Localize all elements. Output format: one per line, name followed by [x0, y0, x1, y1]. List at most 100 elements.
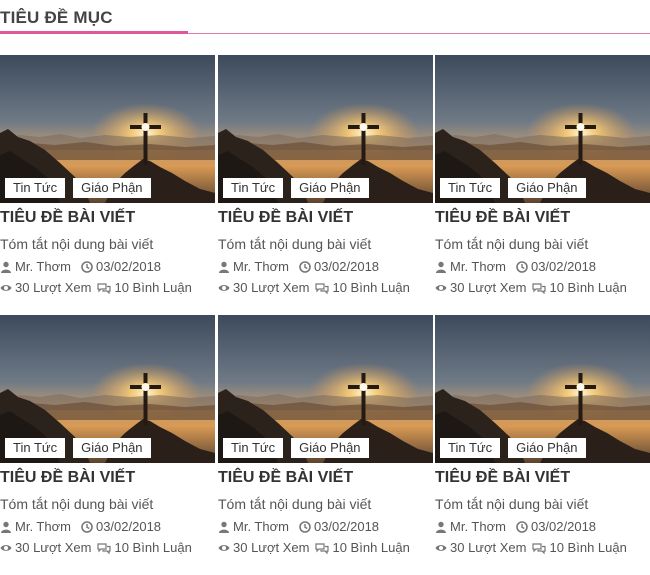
tag-giao-phan[interactable]: Giáo Phận — [73, 438, 151, 458]
post-author: Mr. Thơm — [233, 519, 289, 534]
post-comments[interactable]: 10 Bình Luận — [549, 280, 626, 295]
post-summary: Tóm tắt nội dung bài viết — [435, 236, 589, 252]
post-thumbnail[interactable]: Tin Tức Giáo Phận — [218, 55, 433, 203]
tag-tin-tuc[interactable]: Tin Tức — [440, 178, 501, 198]
comment-icon — [97, 282, 112, 294]
post-summary: Tóm tắt nội dung bài viết — [0, 496, 154, 512]
eye-icon — [435, 544, 447, 551]
post-author: Mr. Thơm — [15, 259, 71, 274]
tag-list: Tin Tức Giáo Phận — [440, 438, 586, 458]
post-meta-stats: 30 Lượt Xem 10 Bình Luận — [218, 540, 410, 555]
post-views: 30 Lượt Xem — [233, 280, 310, 295]
post-views: 30 Lượt Xem — [450, 540, 527, 555]
clock-icon — [299, 260, 311, 273]
comment-icon — [532, 542, 547, 554]
post-thumbnail[interactable]: Tin Tức Giáo Phận — [0, 55, 215, 203]
comment-icon — [315, 542, 330, 554]
section-header: TIÊU ĐỀ MỤC — [0, 0, 650, 40]
post-date: 03/02/2018 — [95, 519, 162, 534]
tag-tin-tuc[interactable]: Tin Tức — [5, 438, 66, 458]
post-meta-stats: 30 Lượt Xem 10 Bình Luận — [435, 540, 627, 555]
tag-giao-phan[interactable]: Giáo Phận — [291, 178, 369, 198]
user-icon — [1, 521, 11, 533]
tag-tin-tuc[interactable]: Tin Tức — [223, 178, 284, 198]
user-icon — [219, 521, 229, 533]
post-date: 03/02/2018 — [530, 519, 597, 534]
clock-icon — [81, 260, 93, 273]
post-summary: Tóm tắt nội dung bài viết — [218, 496, 372, 512]
post-comments[interactable]: 10 Bình Luận — [114, 540, 191, 555]
post-date: 03/02/2018 — [530, 259, 597, 274]
post-comments[interactable]: 10 Bình Luận — [332, 280, 409, 295]
tag-tin-tuc[interactable]: Tin Tức — [223, 438, 284, 458]
user-icon — [436, 521, 446, 533]
comment-icon — [532, 282, 547, 294]
post-views: 30 Lượt Xem — [15, 280, 92, 295]
post-title[interactable]: TIÊU ĐỀ BÀI VIẾT — [218, 469, 353, 487]
tag-list: Tin Tức Giáo Phận — [223, 178, 369, 198]
clock-icon — [299, 520, 311, 533]
post-card: Tin Tức Giáo Phận TIÊU ĐỀ BÀI VIẾT Tóm t… — [0, 315, 215, 570]
tag-list: Tin Tức Giáo Phận — [5, 438, 151, 458]
post-title[interactable]: TIÊU ĐỀ BÀI VIẾT — [0, 469, 135, 487]
eye-icon — [435, 284, 447, 291]
post-author: Mr. Thơm — [233, 259, 289, 274]
user-icon — [1, 261, 11, 273]
post-meta-author-date: Mr. Thơm 03/02/2018 — [0, 519, 161, 534]
post-meta-stats: 30 Lượt Xem 10 Bình Luận — [0, 540, 192, 555]
header-accent-bar — [0, 31, 188, 34]
post-date: 03/02/2018 — [95, 259, 162, 274]
post-date: 03/02/2018 — [313, 259, 380, 274]
clock-icon — [81, 520, 93, 533]
clock-icon — [516, 260, 528, 273]
post-summary: Tóm tắt nội dung bài viết — [218, 236, 372, 252]
post-title[interactable]: TIÊU ĐỀ BÀI VIẾT — [218, 209, 353, 227]
post-title[interactable]: TIÊU ĐỀ BÀI VIẾT — [435, 469, 570, 487]
tag-list: Tin Tức Giáo Phận — [5, 178, 151, 198]
clock-icon — [516, 520, 528, 533]
post-author: Mr. Thơm — [450, 519, 506, 534]
section-title: TIÊU ĐỀ MỤC — [0, 8, 113, 27]
post-thumbnail[interactable]: Tin Tức Giáo Phận — [218, 315, 433, 463]
post-comments[interactable]: 10 Bình Luận — [114, 280, 191, 295]
post-views: 30 Lượt Xem — [450, 280, 527, 295]
tag-list: Tin Tức Giáo Phận — [440, 178, 586, 198]
post-summary: Tóm tắt nội dung bài viết — [0, 236, 154, 252]
eye-icon — [218, 284, 230, 291]
post-card: Tin Tức Giáo Phận TIÊU ĐỀ BÀI VIẾT Tóm t… — [0, 55, 215, 310]
post-thumbnail[interactable]: Tin Tức Giáo Phận — [435, 315, 650, 463]
post-meta-author-date: Mr. Thơm 03/02/2018 — [218, 259, 379, 274]
post-card: Tin Tức Giáo Phận TIÊU ĐỀ BÀI VIẾT Tóm t… — [218, 315, 433, 570]
user-icon — [436, 261, 446, 273]
post-title[interactable]: TIÊU ĐỀ BÀI VIẾT — [0, 209, 135, 227]
tag-giao-phan[interactable]: Giáo Phận — [508, 178, 586, 198]
post-views: 30 Lượt Xem — [15, 540, 92, 555]
post-thumbnail[interactable]: Tin Tức Giáo Phận — [0, 315, 215, 463]
eye-icon — [0, 284, 12, 291]
tag-giao-phan[interactable]: Giáo Phận — [73, 178, 151, 198]
post-date: 03/02/2018 — [313, 519, 380, 534]
post-meta-stats: 30 Lượt Xem 10 Bình Luận — [435, 280, 627, 295]
post-author: Mr. Thơm — [450, 259, 506, 274]
post-author: Mr. Thơm — [15, 519, 71, 534]
tag-tin-tuc[interactable]: Tin Tức — [5, 178, 66, 198]
post-meta-author-date: Mr. Thơm 03/02/2018 — [435, 519, 596, 534]
post-meta-author-date: Mr. Thơm 03/02/2018 — [218, 519, 379, 534]
post-meta-stats: 30 Lượt Xem 10 Bình Luận — [218, 280, 410, 295]
post-thumbnail[interactable]: Tin Tức Giáo Phận — [435, 55, 650, 203]
post-card: Tin Tức Giáo Phận TIÊU ĐỀ BÀI VIẾT Tóm t… — [435, 315, 650, 570]
tag-tin-tuc[interactable]: Tin Tức — [440, 438, 501, 458]
user-icon — [219, 261, 229, 273]
tag-giao-phan[interactable]: Giáo Phận — [508, 438, 586, 458]
eye-icon — [0, 544, 12, 551]
post-comments[interactable]: 10 Bình Luận — [332, 540, 409, 555]
comment-icon — [315, 282, 330, 294]
post-comments[interactable]: 10 Bình Luận — [549, 540, 626, 555]
post-title[interactable]: TIÊU ĐỀ BÀI VIẾT — [435, 209, 570, 227]
post-meta-author-date: Mr. Thơm 03/02/2018 — [0, 259, 161, 274]
post-meta-author-date: Mr. Thơm 03/02/2018 — [435, 259, 596, 274]
post-summary: Tóm tắt nội dung bài viết — [435, 496, 589, 512]
post-card: Tin Tức Giáo Phận TIÊU ĐỀ BÀI VIẾT Tóm t… — [218, 55, 433, 310]
post-meta-stats: 30 Lượt Xem 10 Bình Luận — [0, 280, 192, 295]
tag-giao-phan[interactable]: Giáo Phận — [291, 438, 369, 458]
